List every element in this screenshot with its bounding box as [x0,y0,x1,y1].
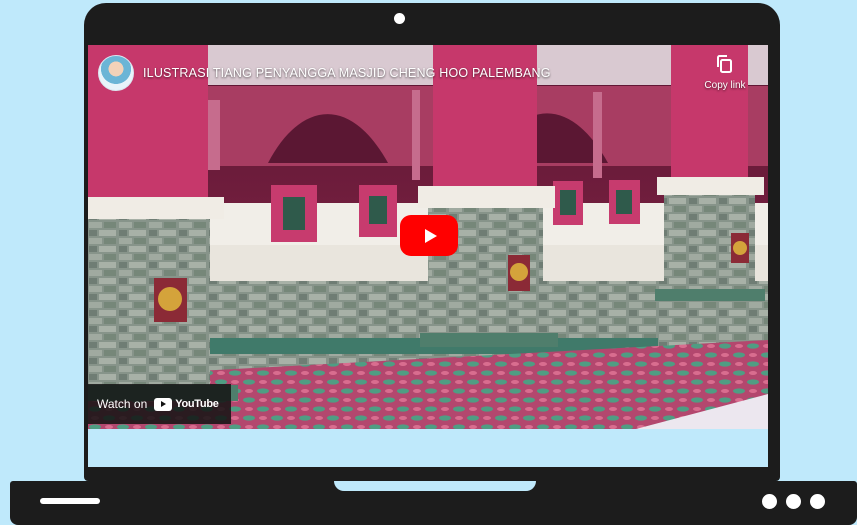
video-title-bar: ILUSTRASI TIANG PENYANGGA MASJID CHENG H… [98,55,758,91]
copy-link-button[interactable]: Copy link [694,52,756,96]
laptop-display: ILUSTRASI TIANG PENYANGGA MASJID CHENG H… [88,45,768,467]
video-title[interactable]: ILUSTRASI TIANG PENYANGGA MASJID CHENG H… [143,66,551,80]
laptop-slot-icon [40,498,100,504]
copy-link-label: Copy link [704,80,746,91]
laptop-indicator-dot [786,494,801,509]
copy-link-icon [717,55,732,73]
play-icon [425,228,437,243]
youtube-video-player[interactable]: ILUSTRASI TIANG PENYANGGA MASJID CHENG H… [88,45,768,429]
laptop-base [10,481,857,525]
channel-avatar-icon[interactable] [98,55,134,91]
laptop-hinge-notch [334,481,536,491]
youtube-logo-icon [154,397,173,411]
laptop-screen-frame: ILUSTRASI TIANG PENYANGGA MASJID CHENG H… [84,3,780,481]
watch-on-label: Watch on [97,397,148,411]
laptop-camera-icon [394,13,405,24]
laptop-indicator-dot [810,494,825,509]
youtube-logo: YouTube [154,397,219,411]
watch-on-youtube-button[interactable]: Watch on YouTube [88,384,231,424]
play-button[interactable] [400,215,458,256]
youtube-wordmark: YouTube [175,398,219,410]
laptop-indicator-dot [762,494,777,509]
